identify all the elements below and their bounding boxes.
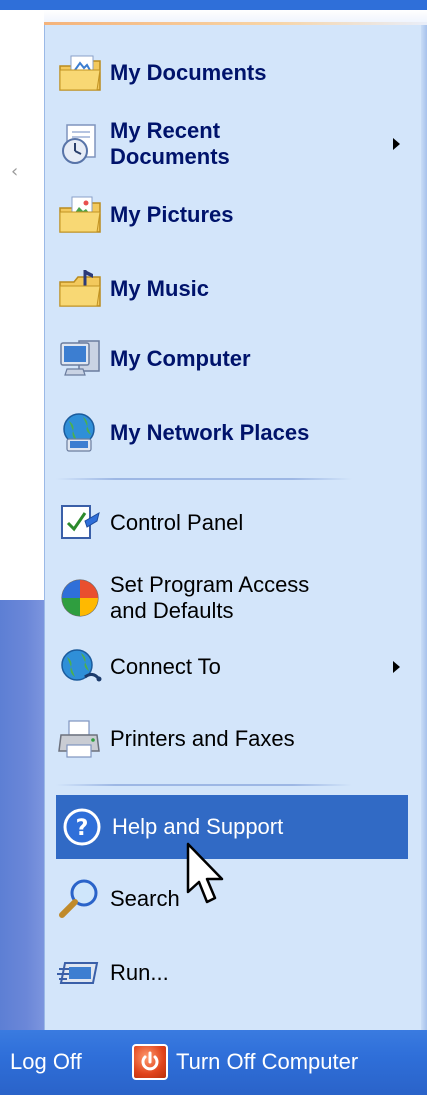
menu-item-my-documents[interactable]: My Documents — [56, 46, 408, 100]
menu-item-printers-and-faxes[interactable]: Printers and Faxes — [56, 712, 408, 766]
start-menu-header — [0, 0, 427, 10]
menu-item-label: My Network Places — [110, 420, 310, 445]
menu-item-set-program-access[interactable]: Set Program Access and Defaults — [56, 566, 408, 630]
background-window — [0, 0, 44, 600]
my-computer-icon — [56, 335, 104, 383]
menu-item-label: Set Program Access and Defaults — [110, 572, 310, 623]
mouse-cursor-icon — [186, 842, 226, 912]
menu-item-label: Control Panel — [110, 510, 244, 535]
my-music-icon — [56, 265, 104, 313]
menu-item-run[interactable]: Run... — [56, 946, 408, 1000]
printer-icon — [56, 715, 104, 763]
control-panel-icon — [56, 499, 104, 547]
menu-item-my-computer[interactable]: My Computer — [56, 332, 408, 386]
run-icon — [56, 949, 104, 997]
submenu-arrow-icon — [393, 138, 400, 150]
menu-item-label: Printers and Faxes — [110, 726, 295, 751]
menu-item-label: My Pictures — [110, 202, 234, 227]
log-off-button[interactable]: Log Off — [4, 1042, 82, 1082]
submenu-arrow-icon — [393, 661, 400, 673]
start-menu-footer: Log Off Turn Off Computer — [0, 1030, 427, 1095]
menu-item-label: My Music — [110, 276, 210, 301]
menu-item-label: My Recent Documents — [110, 118, 230, 169]
connect-to-icon — [56, 643, 104, 691]
menu-item-label: Help and Support — [112, 814, 284, 839]
menu-separator — [56, 784, 352, 786]
chevron-left-icon[interactable]: ‹ — [11, 160, 27, 184]
menu-item-my-network-places[interactable]: My Network Places — [56, 406, 408, 460]
menu-item-my-music[interactable]: My Music — [56, 262, 408, 316]
menu-item-label: Search — [110, 886, 180, 911]
menu-item-my-recent-documents[interactable]: My Recent Documents — [56, 112, 408, 176]
svg-text:?: ? — [76, 816, 89, 841]
turn-off-computer-button[interactable]: Turn Off Computer — [132, 1042, 358, 1082]
log-off-label: Log Off — [10, 1049, 82, 1074]
power-icon — [132, 1044, 168, 1080]
recent-documents-icon — [56, 120, 104, 168]
network-places-icon — [56, 409, 104, 457]
help-icon: ? — [58, 803, 106, 851]
my-documents-icon — [56, 49, 104, 97]
menu-item-my-pictures[interactable]: My Pictures — [56, 188, 408, 242]
menu-item-control-panel[interactable]: Control Panel — [56, 496, 408, 550]
background-panel — [0, 600, 44, 1030]
my-pictures-icon — [56, 191, 104, 239]
menu-item-label: Connect To — [110, 654, 221, 679]
menu-item-label: My Computer — [110, 346, 251, 371]
menu-item-label: Run... — [110, 960, 169, 985]
menu-item-connect-to[interactable]: Connect To — [56, 640, 408, 694]
menu-separator — [56, 478, 352, 480]
menu-item-help-and-support[interactable]: ? Help and Support — [56, 795, 408, 859]
menu-item-label: My Documents — [110, 60, 267, 85]
menu-right-edge — [421, 25, 427, 1030]
menu-item-search[interactable]: Search — [56, 872, 408, 926]
turn-off-label: Turn Off Computer — [176, 1049, 359, 1074]
search-icon — [56, 875, 104, 923]
program-access-icon — [56, 574, 104, 622]
